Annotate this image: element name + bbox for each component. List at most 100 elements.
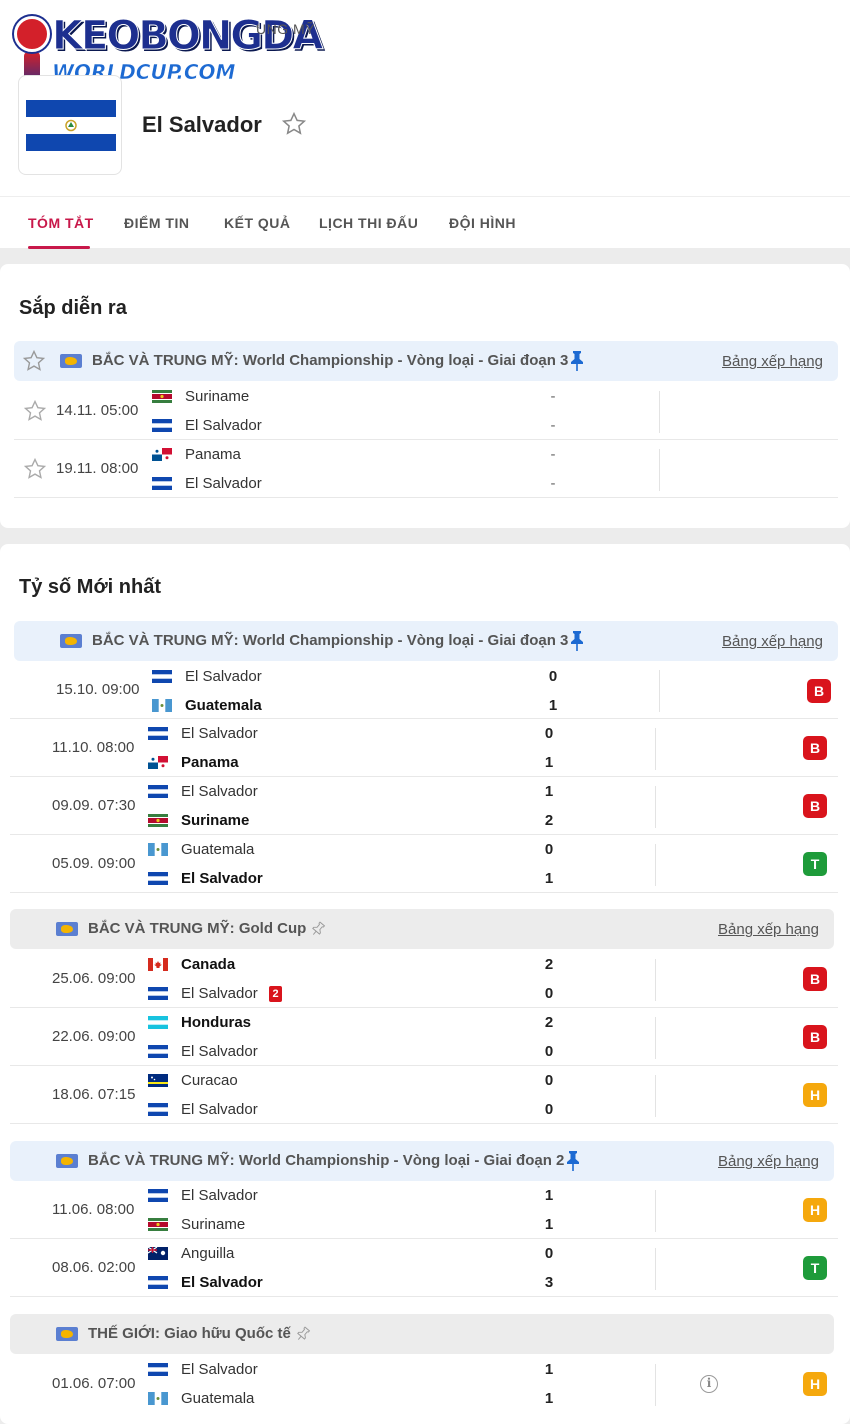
tab-results[interactable]: KẾT QUẢ: [224, 215, 291, 231]
anguilla-flag-icon: [148, 1247, 168, 1260]
match-favorite-star-icon[interactable]: [23, 457, 47, 481]
match-row[interactable]: 05.09. 09:00 Guatemala El Salvador 0 1 T: [10, 835, 838, 893]
guatemala-flag-icon: [152, 699, 172, 712]
away-team: Suriname: [181, 1216, 246, 1233]
el-salvador-flag-icon: [148, 1189, 168, 1202]
match-time: 05.09. 09:00: [52, 855, 136, 872]
match-row[interactable]: 25.06. 09:00 Canada El Salvador 2 2 0 B: [10, 950, 838, 1008]
north-america-region-icon: [56, 922, 78, 936]
match-row[interactable]: 11.10. 08:00 El Salvador Panama 0 1 B: [10, 719, 838, 777]
away-team: Guatemala: [181, 1390, 255, 1407]
standings-link[interactable]: Bảng xếp hạng: [718, 921, 819, 939]
match-row[interactable]: 11.06. 08:00 El Salvador Suriname 1 1 H: [10, 1181, 838, 1239]
pin-outline-icon[interactable]: [295, 1323, 311, 1345]
team-tabs: TÓM TẮT ĐIỂM TIN KẾT QUẢ LỊCH THI ĐẤU ĐỘ…: [0, 196, 850, 249]
section-title: Sắp diễn ra: [19, 297, 127, 319]
result-badge: B: [803, 794, 827, 818]
team-flag-box: [18, 75, 122, 175]
match-time: 14.11. 05:00: [56, 402, 139, 419]
away-score: -: [550, 475, 556, 492]
result-badge: B: [803, 967, 827, 991]
canada-flag-icon: [148, 958, 168, 971]
pinned-pin-icon[interactable]: [569, 630, 585, 652]
match-row[interactable]: 22.06. 09:00 Honduras El Salvador 2 0 B: [10, 1008, 838, 1066]
home-score: 0: [548, 668, 558, 685]
breadcrumb[interactable]: UNG MỸ: [256, 20, 315, 38]
match-row[interactable]: 18.06. 07:15 Curacao El Salvador 0 0 H: [10, 1066, 838, 1124]
match-time: 11.10. 08:00: [52, 739, 135, 756]
away-score: 1: [544, 1390, 554, 1407]
home-score: 0: [544, 1072, 554, 1089]
tab-summary[interactable]: TÓM TẮT: [28, 215, 94, 231]
upcoming-section: Sắp diễn ra BẮC VÀ TRUNG MỸ: World Champ…: [0, 264, 850, 528]
divider: [655, 1190, 656, 1232]
result-badge: B: [803, 736, 827, 760]
divider: [659, 449, 660, 491]
away-team: El Salvador: [181, 870, 263, 887]
away-team: El Salvador: [181, 1043, 258, 1060]
panama-flag-icon: [152, 448, 172, 461]
home-team: Suriname: [185, 388, 250, 405]
league-header: BẮC VÀ TRUNG MỸ: Gold Cup Bảng xếp hạng: [10, 909, 834, 949]
north-america-region-icon: [60, 354, 82, 368]
suriname-flag-icon: [152, 390, 172, 403]
league-name[interactable]: BẮC VÀ TRUNG MỸ: World Championship - Vò…: [88, 1152, 564, 1170]
tab-news[interactable]: ĐIỂM TIN: [124, 215, 189, 231]
league-name[interactable]: BẮC VÀ TRUNG MỸ: World Championship - Vò…: [92, 632, 568, 650]
match-time: 09.09. 07:30: [52, 797, 136, 814]
match-row[interactable]: 08.06. 02:00 Anguilla El Salvador 0 3 T: [10, 1239, 838, 1297]
league-header: BẮC VÀ TRUNG MỸ: World Championship - Vò…: [14, 341, 838, 381]
away-team: Suriname: [181, 812, 250, 829]
result-badge: B: [803, 1025, 827, 1049]
match-row[interactable]: 09.09. 07:30 El Salvador Suriname 1 2 B: [10, 777, 838, 835]
el-salvador-flag-icon: [148, 727, 168, 740]
league-name[interactable]: THẾ GIỚI: Giao hữu Quốc tế: [88, 1325, 291, 1343]
match-row[interactable]: 19.11. 08:00 Panama El Salvador - -: [14, 440, 838, 498]
league-name[interactable]: BẮC VÀ TRUNG MỸ: Gold Cup: [88, 920, 306, 938]
away-team: El Salvador: [185, 475, 262, 492]
match-time: 11.06. 08:00: [52, 1201, 135, 1218]
home-team: Guatemala: [181, 841, 255, 858]
favorite-star-icon[interactable]: [281, 111, 307, 137]
home-score: 0: [544, 1245, 554, 1262]
el-salvador-flag-icon: [152, 419, 172, 432]
match-row[interactable]: 14.11. 05:00 Suriname El Salvador - -: [14, 382, 838, 440]
home-team: Anguilla: [181, 1245, 235, 1262]
match-info-icon[interactable]: i: [700, 1375, 718, 1393]
red-card-icon: 2: [269, 986, 282, 1002]
league-header: BẮC VÀ TRUNG MỸ: World Championship - Vò…: [14, 621, 838, 661]
divider: [659, 391, 660, 433]
active-tab-indicator: [28, 246, 90, 249]
curacao-flag-icon: [148, 1074, 168, 1087]
match-row[interactable]: 15.10. 09:00 El Salvador Guatemala 0 1 B: [10, 661, 838, 719]
league-name[interactable]: BẮC VÀ TRUNG MỸ: World Championship - Vò…: [92, 352, 568, 370]
tab-squad[interactable]: ĐỘI HÌNH: [449, 215, 516, 231]
standings-link[interactable]: Bảng xếp hạng: [718, 1153, 819, 1171]
home-team: El Salvador: [181, 783, 258, 800]
away-score: 0: [544, 1101, 554, 1118]
home-team: Curacao: [181, 1072, 238, 1089]
home-team: El Salvador: [185, 668, 262, 685]
home-score: 1: [544, 1187, 554, 1204]
standings-link[interactable]: Bảng xếp hạng: [722, 633, 823, 651]
away-team: Guatemala: [185, 697, 262, 714]
match-favorite-star-icon[interactable]: [23, 399, 47, 423]
el-salvador-flag-icon: [148, 1276, 168, 1289]
league-favorite-star-icon[interactable]: [22, 349, 46, 373]
away-score: 2: [544, 812, 554, 829]
away-score: -: [550, 417, 556, 434]
team-name: El Salvador: [142, 112, 262, 137]
guatemala-flag-icon: [148, 1392, 168, 1405]
pinned-pin-icon[interactable]: [569, 350, 585, 372]
away-team: El Salvador: [181, 1101, 258, 1118]
panama-flag-icon: [148, 756, 168, 769]
home-team: Canada: [181, 956, 236, 973]
el-salvador-flag-icon: [152, 670, 172, 683]
tab-fixtures[interactable]: LỊCH THI ĐẤU: [319, 215, 418, 231]
away-team: El Salvador: [185, 417, 262, 434]
match-row[interactable]: 01.06. 07:00 El Salvador Guatemala 1 1 i…: [10, 1355, 838, 1413]
pinned-pin-icon[interactable]: [565, 1150, 581, 1172]
pin-outline-icon[interactable]: [310, 918, 326, 940]
home-team: Panama: [185, 446, 241, 463]
standings-link[interactable]: Bảng xếp hạng: [722, 353, 823, 371]
